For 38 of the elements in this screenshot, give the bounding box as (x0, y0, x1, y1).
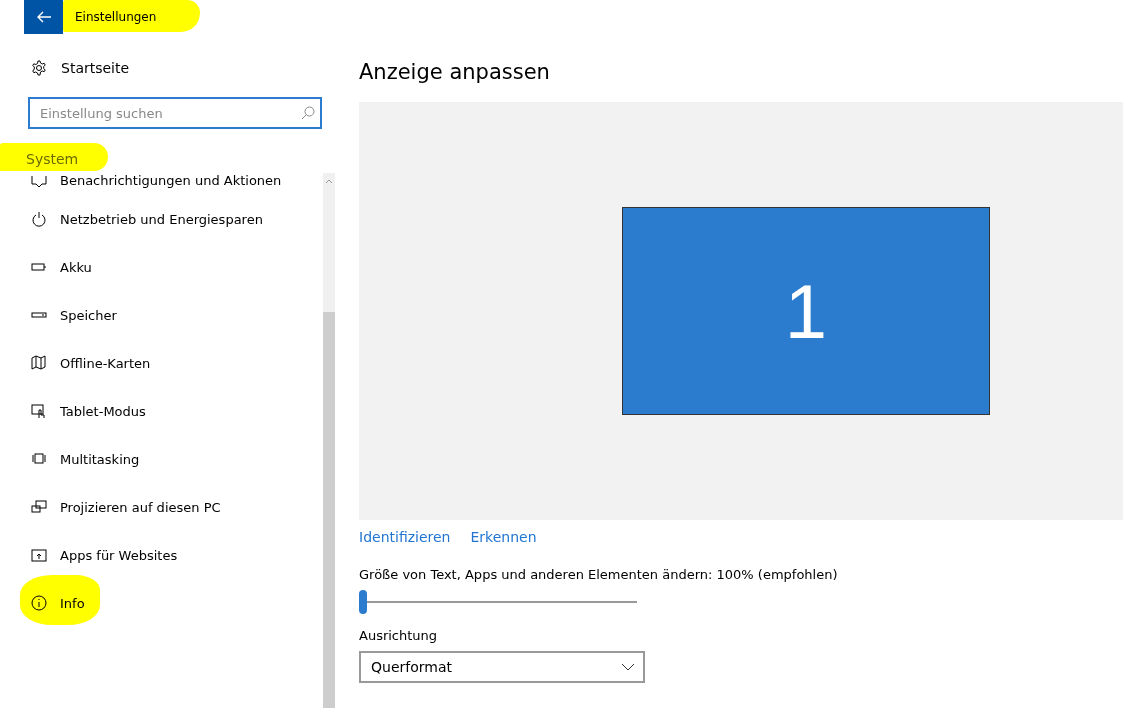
scrollbar[interactable] (323, 173, 335, 708)
home-link[interactable]: Startseite (61, 60, 130, 76)
scale-label: Größe von Text, Apps und anderen Elementen ändern: 100% (empfohlen) (359, 567, 839, 582)
projection-icon (31, 499, 47, 515)
back-button[interactable] (24, 0, 63, 34)
power-icon (31, 211, 47, 227)
chevron-down-icon (621, 663, 635, 671)
back-arrow-icon (36, 11, 51, 23)
nav-item[interactable]: Akku (60, 259, 92, 275)
multitasking-icon (31, 451, 47, 467)
orientation-label: Ausrichtung (359, 628, 439, 643)
nav-item[interactable]: Tablet-Modus (60, 403, 146, 419)
nav-item[interactable]: Apps für Websites (60, 547, 178, 563)
link[interactable]: Identifizieren (359, 529, 451, 545)
map-icon (31, 355, 47, 371)
nav-item[interactable]: Info (60, 595, 85, 611)
link[interactable]: Erkennen (470, 529, 537, 545)
scrollbar-thumb[interactable] (323, 312, 335, 708)
gear-icon (31, 60, 47, 76)
app-link-icon (31, 547, 47, 563)
page-title: Anzeige anpassen (359, 60, 551, 84)
display-tile[interactable]: 1 (622, 207, 990, 415)
slider-thumb[interactable] (359, 590, 367, 614)
window-title: Einstellungen (75, 10, 157, 24)
nav-item[interactable]: Multitasking (60, 451, 140, 467)
nav-item[interactable]: Speicher (60, 307, 117, 323)
tablet-icon (31, 403, 47, 419)
info-icon (31, 595, 47, 611)
orientation-dropdown[interactable]: Querformat (359, 651, 645, 683)
nav-item[interactable]: Netzbetrieb und Energiesparen (60, 211, 263, 227)
search-icon (301, 106, 315, 120)
nav-item[interactable]: Benachrichtigungen und Aktionen (60, 173, 282, 188)
message-icon (31, 173, 47, 189)
search-field[interactable]: Einstellung suchen (28, 97, 322, 129)
scale-slider[interactable] (359, 590, 637, 614)
section-heading: System (26, 151, 79, 167)
nav-item[interactable]: Projizieren auf diesen PC (60, 499, 221, 515)
nav-item[interactable]: Offline-Karten (60, 355, 151, 371)
